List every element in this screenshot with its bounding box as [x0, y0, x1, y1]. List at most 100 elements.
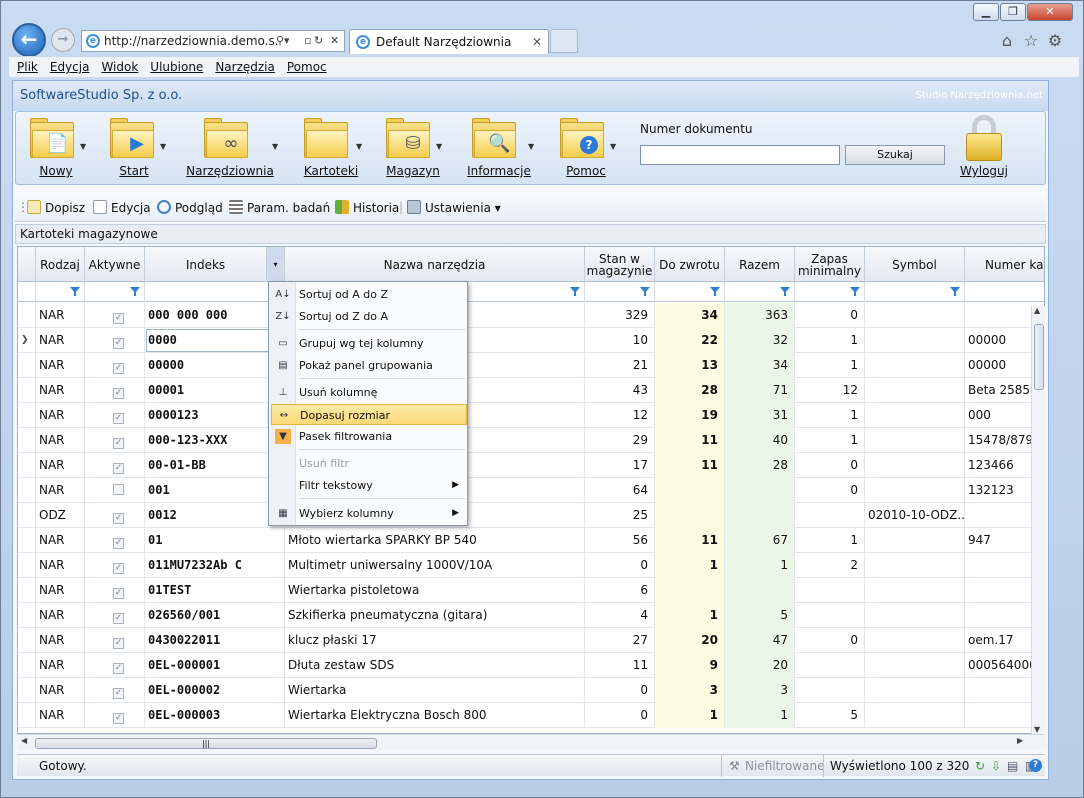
cell-razem[interactable]: 5 [725, 603, 795, 628]
cell-razem[interactable]: 47 [725, 628, 795, 653]
cell-aktywne[interactable]: ✓ [85, 628, 145, 653]
active-checkbox[interactable]: ✓ [113, 663, 124, 674]
filter-icon[interactable] [130, 287, 140, 296]
col-zwrot[interactable]: Do zwrotu [655, 247, 725, 282]
cell-razem[interactable]: 31 [725, 403, 795, 428]
col-razem[interactable]: Razem [725, 247, 795, 282]
cell-razem[interactable]: 363 [725, 303, 795, 328]
search-button[interactable]: Szukaj [845, 145, 945, 165]
browser-tab[interactable]: e Default Narzędziownia ✕ [349, 29, 549, 54]
row-indicator[interactable] [18, 378, 36, 403]
row-indicator[interactable] [18, 478, 36, 503]
table-row[interactable]: NAR ✓ 00001 43 28 71 12 Beta 25858 [18, 378, 1044, 403]
cell-nazwa[interactable]: Młoto wiertarka SPARKY BP 540 [285, 528, 585, 553]
cell-indeks[interactable]: 0EL-000003 [145, 703, 285, 728]
cell-zwrot[interactable]: 9 [655, 653, 725, 678]
active-checkbox[interactable]: ✓ [113, 713, 124, 724]
cell-stan[interactable]: 0 [585, 703, 655, 728]
menu-plik[interactable]: Plik [9, 57, 42, 74]
cell-symbol[interactable] [865, 478, 965, 503]
cell-stan[interactable]: 11 [585, 653, 655, 678]
ribbon-narzedziownia-button[interactable]: ∞ ▼ Narzędziownia [182, 116, 278, 182]
cell-zwrot[interactable]: 1 [655, 703, 725, 728]
cell-rodzaj[interactable]: NAR [36, 353, 85, 378]
menu-text-filter[interactable]: Filtr tekstowy ▶ [271, 475, 467, 496]
menu-widok[interactable]: Widok [93, 57, 142, 74]
cell-zwrot[interactable]: 1 [655, 553, 725, 578]
cell-razem[interactable]: 71 [725, 378, 795, 403]
cell-rodzaj[interactable]: NAR [36, 478, 85, 503]
cell-zapas[interactable]: 0 [795, 478, 865, 503]
cell-aktywne[interactable]: ✓ [85, 428, 145, 453]
row-indicator[interactable] [18, 628, 36, 653]
cell-symbol[interactable] [865, 453, 965, 478]
row-indicator[interactable] [18, 703, 36, 728]
cell-symbol[interactable] [865, 378, 965, 403]
cell-zapas[interactable]: 5 [795, 703, 865, 728]
cell-nazwa[interactable]: Wiertarka [285, 678, 585, 703]
col-rodzaj[interactable]: Rodzaj [36, 247, 85, 282]
cell-stan[interactable]: 329 [585, 303, 655, 328]
cell-nazwa[interactable]: klucz płaski 17 [285, 628, 585, 653]
cell-razem[interactable]: 1 [725, 553, 795, 578]
cell-symbol[interactable] [865, 553, 965, 578]
cell-indeks[interactable]: 0000 [145, 328, 285, 353]
filter-zapas[interactable] [795, 282, 865, 302]
row-indicator[interactable] [18, 428, 36, 453]
row-indicator[interactable] [18, 303, 36, 328]
cell-aktywne[interactable]: ✓ [85, 653, 145, 678]
active-checkbox[interactable] [113, 484, 124, 495]
cell-razem[interactable]: 34 [725, 353, 795, 378]
cell-zapas[interactable]: 1 [795, 428, 865, 453]
vertical-scrollbar[interactable]: ▲ ▼ [1031, 306, 1045, 734]
filter-icon[interactable] [850, 287, 860, 296]
filter-numer[interactable] [965, 282, 1044, 302]
scroll-right-icon[interactable]: ▶ [1017, 736, 1023, 745]
logout-label[interactable]: Wyloguj [960, 164, 1008, 178]
cell-zwrot[interactable]: 22 [655, 328, 725, 353]
cell-symbol[interactable] [865, 678, 965, 703]
horizontal-scroll-thumb[interactable]: ||| [35, 738, 377, 749]
cell-razem[interactable] [725, 503, 795, 528]
close-window-button[interactable]: ✕ [1027, 3, 1073, 21]
cell-indeks[interactable]: 011MU7232Ab C [145, 553, 285, 578]
stop-icon[interactable]: ✕ [330, 31, 339, 51]
table-row[interactable]: ❯ NAR ✓ 0000 10 22 32 1 00000 [18, 328, 1044, 353]
col-indeks[interactable]: Indeks [145, 247, 267, 282]
cell-razem[interactable]: 3 [725, 678, 795, 703]
active-checkbox[interactable]: ✓ [113, 688, 124, 699]
cell-razem[interactable]: 67 [725, 528, 795, 553]
menu-narzedzia[interactable]: Narzędzia [207, 57, 279, 74]
cell-indeks[interactable]: 0012 [145, 503, 285, 528]
cell-zwrot[interactable]: 11 [655, 428, 725, 453]
cell-aktywne[interactable]: ✓ [85, 303, 145, 328]
filter-icon[interactable] [70, 287, 80, 296]
table-row[interactable]: NAR00192640132123 [18, 478, 1044, 503]
active-checkbox[interactable]: ✓ [113, 513, 124, 524]
table-row[interactable]: NAR ✓ 026560/001 Szkifierka pneumatyczna (g… [18, 603, 1044, 628]
active-checkbox[interactable]: ✓ [113, 363, 124, 374]
table-row[interactable]: NAR ✓ 00000 21 13 34 1 00000 [18, 353, 1044, 378]
cell-zwrot[interactable]: 13 [655, 353, 725, 378]
row-indicator[interactable] [18, 503, 36, 528]
minimize-button[interactable]: ▁ [973, 3, 999, 21]
filter-icon[interactable] [780, 287, 790, 296]
row-indicator[interactable] [18, 528, 36, 553]
active-checkbox[interactable]: ✓ [113, 588, 124, 599]
cell-indeks[interactable]: 0EL-000001 [145, 653, 285, 678]
filter-icon[interactable] [710, 287, 720, 296]
cell-aktywne[interactable] [85, 478, 145, 503]
col-nazwa[interactable]: Nazwa narzędzia [285, 247, 585, 282]
cell-rodzaj[interactable]: NAR [36, 553, 85, 578]
scroll-down-icon[interactable]: ▼ [1034, 725, 1040, 734]
cell-symbol[interactable] [865, 578, 965, 603]
cell-indeks[interactable]: 01 [145, 528, 285, 553]
filter-stan[interactable] [585, 282, 655, 302]
cell-stan[interactable]: 56 [585, 528, 655, 553]
cell-symbol[interactable] [865, 428, 965, 453]
cell-zapas[interactable]: 1 [795, 328, 865, 353]
cell-symbol[interactable]: 02010-10-ODZ... [865, 503, 965, 528]
tab-close-icon[interactable]: ✕ [532, 30, 542, 54]
col-numer[interactable]: Numer kat [965, 247, 1044, 282]
cell-zapas[interactable]: 12 [795, 378, 865, 403]
